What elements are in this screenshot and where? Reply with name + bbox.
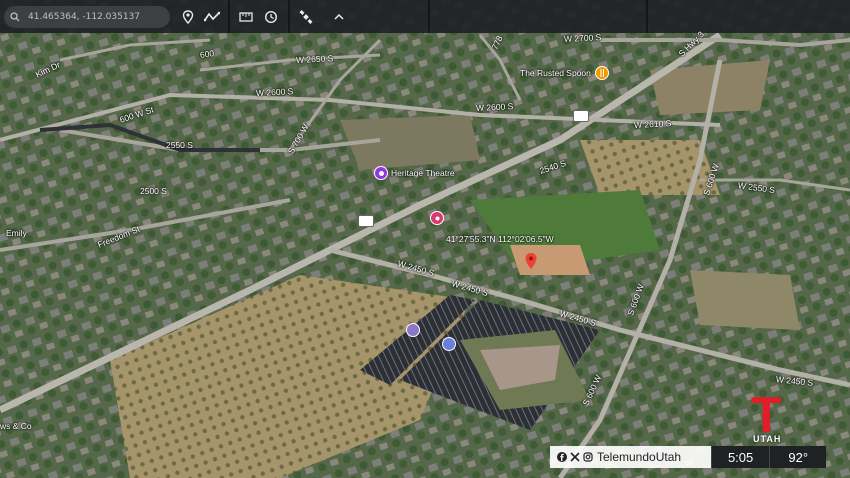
poi-label-heritage-theatre: Heritage Theatre: [391, 168, 455, 178]
logo-region: UTAH: [753, 434, 782, 444]
road-label-2550s: 2550 S: [166, 140, 193, 150]
ball-diamond: [510, 245, 590, 275]
facebook-icon: [557, 452, 567, 462]
road-label-w2600s: W 2600 S: [255, 86, 294, 98]
toolbar-separator: [288, 0, 290, 33]
toolbar-separator: [428, 0, 430, 33]
social-handle-box: TelemundoUtah: [550, 446, 711, 468]
logo-letter: T: [751, 387, 782, 443]
poi-label-rusted-spoon: The Rusted Spoon: [520, 68, 591, 78]
chevron-up-icon[interactable]: [330, 8, 348, 26]
road-label-600: 600: [199, 48, 215, 60]
history-icon[interactable]: [262, 8, 280, 26]
place-label-ws-co: ws & Co: [0, 421, 32, 431]
theater-icon: [374, 166, 388, 180]
restaurant-icon: [594, 66, 609, 80]
poi-heritage-theatre[interactable]: Heritage Theatre: [374, 166, 455, 180]
poi-rusted-spoon[interactable]: The Rusted Spoon: [517, 66, 609, 80]
road-label-2500s: 2500 S: [140, 186, 167, 196]
telemundo-logo: T UTAH: [723, 390, 823, 448]
route-shield: [573, 110, 589, 122]
road-label-w2610s: W 2610 S: [633, 118, 672, 130]
path-icon[interactable]: [203, 8, 221, 26]
poi-pink-marker[interactable]: [430, 211, 444, 225]
road-label-emily: Emily: [6, 228, 27, 238]
ruler-icon[interactable]: [237, 8, 255, 26]
pin-icon[interactable]: [179, 8, 197, 26]
location-dot-icon: [430, 211, 444, 225]
location-dot-icon: [406, 323, 420, 337]
coordinate-search-box[interactable]: [4, 6, 170, 28]
poi-school-marker[interactable]: [442, 337, 456, 351]
route-shield: [358, 215, 374, 227]
red-pin-icon[interactable]: [525, 253, 537, 269]
broadcast-temperature: 92°: [769, 446, 826, 468]
toolbar-separator: [228, 0, 230, 33]
field-east: [690, 270, 800, 330]
social-handle: TelemundoUtah: [597, 450, 682, 464]
coordinate-label: 41°27'55.3"N 112°02'06.5"W: [446, 234, 554, 244]
x-icon: [570, 452, 580, 462]
search-icon: [10, 12, 20, 22]
satellite-icon[interactable]: [297, 8, 315, 26]
poi-purple-marker[interactable]: [406, 323, 420, 337]
instagram-icon: [583, 452, 593, 462]
map-toolbar: [0, 0, 850, 33]
coordinate-search-input[interactable]: [26, 11, 160, 23]
road-label-w2650s: W 2650 S: [295, 53, 334, 65]
toolbar-separator: [646, 0, 648, 33]
broadcast-time: 5:05: [710, 446, 770, 468]
road-label-w2700s: W 2700 S: [563, 32, 602, 44]
school-icon: [442, 337, 456, 351]
broadcast-ticker: TelemundoUtah 5:05 92°: [550, 446, 826, 468]
road-label-w2600s: W 2600 S: [475, 101, 514, 113]
